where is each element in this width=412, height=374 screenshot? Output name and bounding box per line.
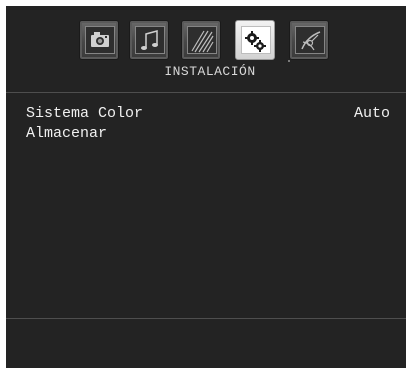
gears-icon xyxy=(245,31,266,52)
menu-item-label: Sistema Color xyxy=(26,105,144,122)
tab-settings[interactable] xyxy=(235,20,275,60)
bottom-divider xyxy=(6,318,406,319)
top-divider xyxy=(6,92,406,93)
menu-item-value: Auto xyxy=(353,105,390,122)
tab-movie[interactable] xyxy=(181,20,221,60)
menu-icon-bar xyxy=(6,20,406,60)
menu-item-sistema-color[interactable]: Sistema Color Auto xyxy=(26,104,390,124)
indicator-dot xyxy=(288,60,290,62)
page-title: INSTALACIÓN xyxy=(164,64,256,79)
movie-icon xyxy=(191,30,214,53)
tab-satellite[interactable] xyxy=(289,20,329,60)
tv-menu-screen: INSTALACIÓN Sistema Color Auto Almacenar xyxy=(6,6,406,368)
camera-icon xyxy=(91,32,109,47)
tab-photo[interactable] xyxy=(79,20,119,60)
music-note-icon xyxy=(141,30,158,50)
satellite-icon xyxy=(301,31,321,51)
menu-item-label: Almacenar xyxy=(26,125,108,142)
tab-music[interactable] xyxy=(129,20,169,60)
menu-item-almacenar[interactable]: Almacenar xyxy=(26,124,390,144)
